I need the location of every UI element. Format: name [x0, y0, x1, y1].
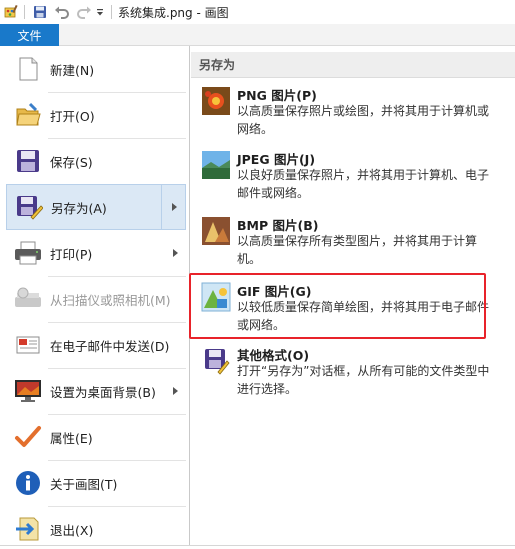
menu-item-label: 设置为桌面背景(B) [50, 384, 156, 400]
highlight-box [189, 273, 486, 339]
menu-item-print[interactable]: 打印(P) [6, 230, 186, 276]
save-icon[interactable] [31, 3, 49, 21]
bottom-border [0, 545, 515, 549]
format-item-jpeg[interactable]: JPEG 图片(J) 以良好质量保存照片，并将其用于计算机、电子邮件或网络。 [199, 146, 499, 208]
email-icon [12, 329, 44, 361]
redo-icon[interactable] [75, 3, 93, 21]
menu-item-set-desktop-background[interactable]: 设置为桌面背景(B) [6, 368, 186, 414]
bmp-image-icon [201, 216, 231, 246]
menu-item-label: 另存为(A) [51, 200, 107, 216]
menu-item-new[interactable]: 新建(N) [6, 46, 186, 92]
format-item-bmp[interactable]: BMP 图片(B) 以高质量保存所有类型图片，并将其用于计算机。 [199, 212, 499, 274]
other-formats-icon [201, 346, 231, 376]
customize-dropdown-icon[interactable] [93, 3, 107, 21]
menu-item-label: 属性(E) [50, 430, 93, 446]
window-title: 系统集成.png - 画图 [118, 5, 229, 20]
format-item-png[interactable]: PNG 图片(P) 以高质量保存照片或绘图，并将其用于计算机或网络。 [199, 82, 499, 144]
open-folder-icon [12, 99, 44, 131]
format-description: 以高质量保存所有类型图片，并将其用于计算机。 [237, 234, 478, 266]
format-description: 打开“另存为”对话框，从所有可能的文件类型中进行选择。 [237, 364, 490, 396]
ribbon-tab-strip: 文件 [0, 24, 515, 46]
menu-item-label: 保存(S) [50, 154, 93, 170]
menu-item-label: 打开(O) [50, 108, 95, 124]
menu-item-label: 从扫描仪或照相机(M) [50, 292, 171, 308]
menu-item-label: 在电子邮件中发送(D) [50, 338, 170, 354]
menu-item-label: 新建(N) [50, 62, 95, 78]
format-description: 以良好质量保存照片，并将其用于计算机、电子邮件或网络。 [237, 168, 490, 200]
desktop-background-icon [12, 375, 44, 407]
chevron-right-icon [172, 203, 177, 211]
menu-item-label: 退出(X) [50, 522, 94, 538]
pane-header-title: 另存为 [199, 58, 236, 72]
menu-item-properties[interactable]: 属性(E) [6, 414, 186, 460]
jpeg-image-icon [201, 150, 231, 180]
menu-item-label: 关于画图(T) [50, 476, 118, 492]
menu-item-label: 打印(P) [50, 246, 93, 262]
paint-app-icon[interactable] [2, 3, 20, 21]
menu-item-send-email[interactable]: 在电子邮件中发送(D) [6, 322, 186, 368]
menu-item-from-scanner: 从扫描仪或照相机(M) [6, 276, 186, 322]
title-bar: 系统集成.png - 画图 [0, 0, 515, 24]
menu-item-save-as[interactable]: 另存为(A) [6, 184, 186, 230]
chevron-right-icon [173, 387, 178, 395]
menu-item-save[interactable]: 保存(S) [6, 138, 186, 184]
exit-icon [12, 513, 44, 545]
title-separator [111, 5, 112, 19]
checkmark-icon [12, 421, 44, 453]
info-icon [12, 467, 44, 499]
printer-icon [12, 237, 44, 269]
format-description: 以高质量保存照片或绘图，并将其用于计算机或网络。 [237, 104, 490, 136]
format-item-other[interactable]: 其他格式(O) 打开“另存为”对话框，从所有可能的文件类型中进行选择。 [199, 342, 499, 404]
png-image-icon [201, 86, 231, 116]
pane-header: 另存为 [191, 52, 515, 78]
file-menu: 新建(N) 打开(O) 保存(S) 另存为(A) 打印(P) 从扫描仪或照相机(… [0, 46, 190, 549]
scanner-icon [12, 283, 44, 315]
menu-item-exit[interactable]: 退出(X) [6, 506, 186, 549]
menu-item-about-paint[interactable]: 关于画图(T) [6, 460, 186, 506]
save-as-icon [13, 191, 45, 223]
new-document-icon [12, 53, 44, 85]
save-icon [12, 145, 44, 177]
menu-item-open[interactable]: 打开(O) [6, 92, 186, 138]
file-tab[interactable]: 文件 [0, 24, 59, 46]
chevron-right-icon [173, 249, 178, 257]
title-separator [24, 5, 25, 19]
undo-icon[interactable] [53, 3, 71, 21]
